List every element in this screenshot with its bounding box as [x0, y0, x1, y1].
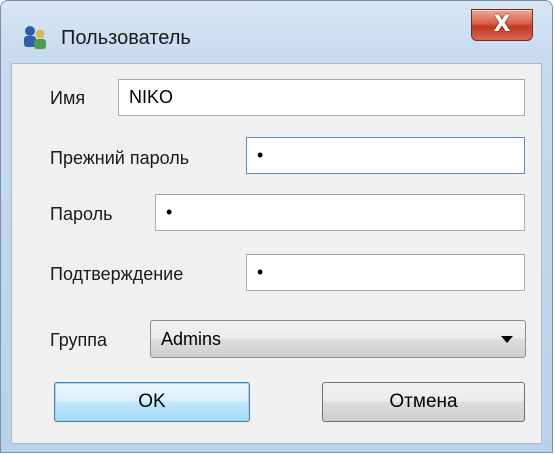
group-label: Группа [50, 330, 108, 350]
group-value: Admins [161, 329, 222, 349]
confirm-label: Подтверждение [50, 264, 184, 284]
password-mask: • [166, 202, 173, 222]
close-button[interactable]: X [471, 9, 533, 41]
cancel-button[interactable]: Отмена [322, 382, 525, 422]
users-icon [24, 26, 46, 49]
dialog-window: Пользователь X Имя NIKO Прежний пароль •… [0, 0, 553, 453]
name-label: Имя [50, 88, 86, 108]
confirm-field[interactable]: • [246, 254, 525, 291]
dialog-content: Имя NIKO Прежний пароль • Пароль • Подтв… [11, 63, 542, 444]
close-icon: X [493, 12, 511, 37]
name-field[interactable]: NIKO [118, 79, 525, 116]
title-bar[interactable]: Пользователь X [1, 1, 554, 49]
password-mask: • [257, 145, 264, 165]
ok-button[interactable]: OK [54, 382, 250, 422]
old-password-field[interactable]: • [246, 137, 525, 174]
password-label: Пароль [50, 204, 113, 224]
chevron-down-icon [501, 336, 513, 343]
password-mask: • [257, 262, 264, 282]
password-field[interactable]: • [155, 194, 525, 231]
group-select[interactable]: Admins [150, 320, 526, 358]
old-password-label: Прежний пароль [50, 148, 190, 168]
window-title: Пользователь [61, 27, 191, 49]
